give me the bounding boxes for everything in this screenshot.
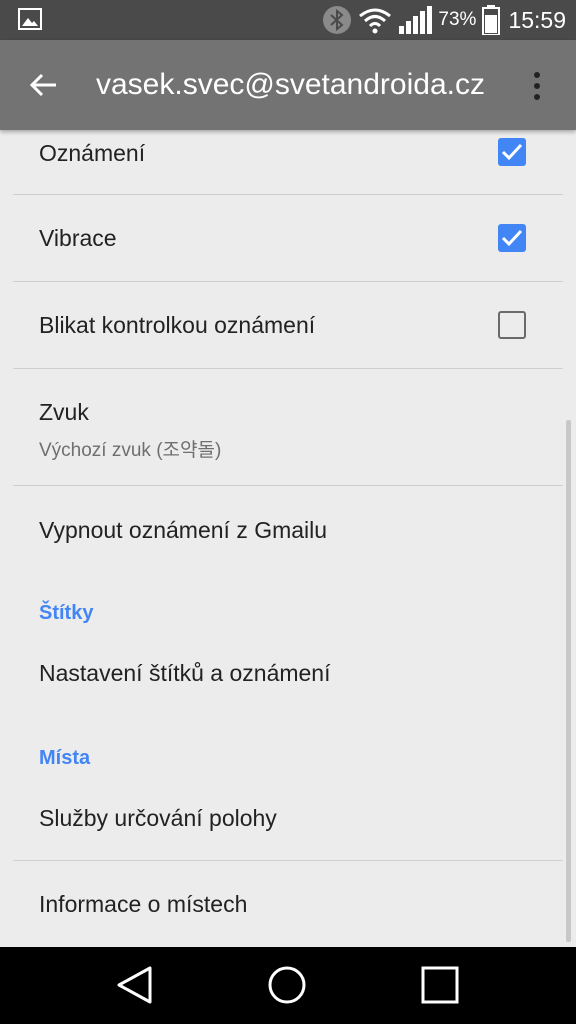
vibration-checkbox[interactable]: [498, 224, 526, 252]
setting-label: Nastavení štítků a oznámení: [39, 660, 331, 686]
checkmark-icon: [501, 229, 523, 247]
wifi-icon: [359, 8, 392, 34]
status-bar: 73% 15:59: [0, 0, 576, 40]
setting-value: Výchozí zvuk (조약돌): [39, 440, 222, 461]
more-vert-icon[interactable]: [527, 70, 547, 102]
scrollbar[interactable]: [566, 420, 571, 942]
setting-vibration[interactable]: Vibrace: [0, 195, 576, 281]
clock: 15:59: [508, 6, 566, 33]
setting-disable-gmail[interactable]: Vypnout oznámení z Gmailu: [0, 486, 576, 572]
gallery-icon: [18, 8, 42, 30]
setting-label: Zvuk: [39, 399, 89, 425]
battery-icon: [482, 5, 501, 35]
notifications-checkbox[interactable]: [498, 138, 526, 166]
setting-label-settings[interactable]: Nastavení štítků a oznámení: [0, 640, 576, 710]
back-arrow-icon[interactable]: [26, 67, 62, 103]
app-bar: vasek.svec@svetandroida.cz: [0, 40, 576, 130]
setting-label: Vibrace: [39, 225, 117, 251]
page-title: vasek.svec@svetandroida.cz: [96, 68, 485, 101]
settings-list: Oznámení Vibrace Blikat kontrolkou oznám…: [0, 130, 576, 947]
navigation-bar: [0, 947, 576, 1024]
setting-notifications[interactable]: Oznámení: [0, 130, 576, 194]
section-header-places: Místa: [39, 747, 91, 769]
setting-location-services[interactable]: Služby určování polohy: [0, 785, 576, 860]
setting-label: Oznámení: [39, 140, 146, 166]
setting-blink-led[interactable]: Blikat kontrolkou oznámení: [0, 282, 576, 368]
signal-icon: [399, 6, 433, 34]
setting-label: Informace o místech: [39, 891, 248, 917]
back-triangle-icon[interactable]: [115, 965, 155, 1005]
setting-label: Služby určování polohy: [39, 805, 277, 831]
blink-led-checkbox[interactable]: [498, 311, 526, 339]
setting-sound[interactable]: Zvuk Výchozí zvuk (조약돌): [0, 369, 576, 485]
bluetooth-icon: [323, 6, 352, 34]
section-header-labels: Štítky: [39, 602, 94, 624]
setting-label: Blikat kontrolkou oznámení: [39, 312, 316, 338]
setting-places-info[interactable]: Informace o místech: [0, 861, 576, 947]
recents-square-icon[interactable]: [420, 965, 460, 1005]
setting-label: Vypnout oznámení z Gmailu: [39, 517, 328, 543]
checkmark-icon: [501, 143, 523, 161]
home-circle-icon[interactable]: [267, 965, 307, 1005]
battery-percent: 73%: [438, 9, 477, 30]
